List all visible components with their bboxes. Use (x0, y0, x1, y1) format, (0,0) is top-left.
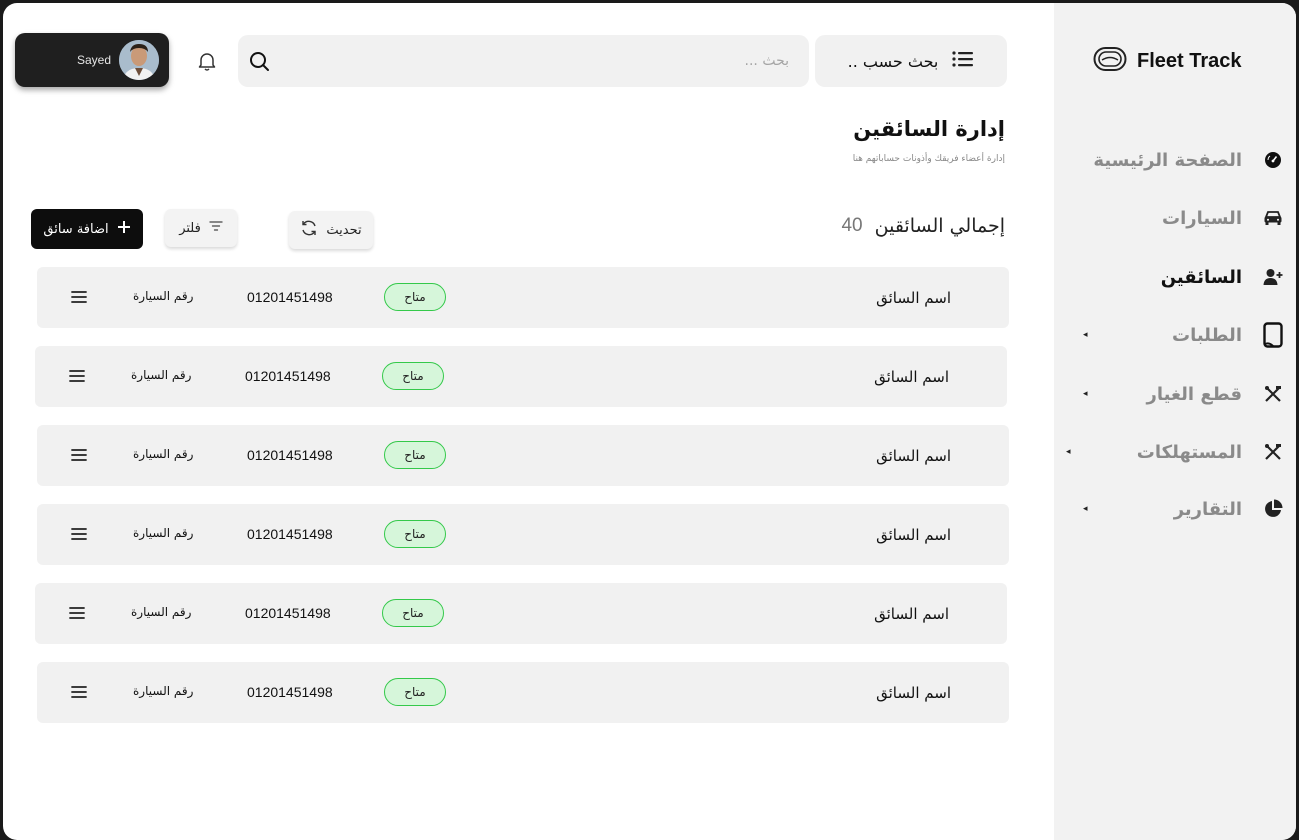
avatar (119, 40, 159, 80)
status-badge: متاح (382, 599, 444, 627)
app-window: Fleet Track الصفحة الرئيسية السيارات الس… (3, 3, 1296, 840)
table-row[interactable]: اسم السائق متاح 01201451498 رقم السيارة (37, 662, 1009, 723)
pie-chart-icon (1262, 498, 1284, 520)
sidebar-item-spare-parts[interactable]: ◂ قطع الغيار (1083, 377, 1284, 411)
driver-name: اسم السائق (876, 526, 951, 544)
sidebar-item-label: السيارات (1162, 207, 1242, 229)
sidebar: Fleet Track الصفحة الرئيسية السيارات الس… (1054, 3, 1296, 840)
row-menu-icon[interactable] (69, 287, 89, 307)
caret-right-icon[interactable]: ◂ (1083, 330, 1088, 340)
sidebar-item-label: قطع الغيار (1146, 383, 1242, 405)
sidebar-item-home[interactable]: الصفحة الرئيسية (1084, 143, 1284, 177)
driver-name: اسم السائق (874, 605, 949, 623)
car-number: رقم السيارة (133, 447, 194, 461)
status-badge: متاح (384, 520, 446, 548)
search-by-dropdown[interactable]: بحث حسب .. (815, 35, 1007, 87)
total-label: إجمالي السائقين (874, 215, 1005, 237)
list-icon (952, 51, 974, 71)
status-badge: متاح (382, 362, 444, 390)
plus-icon (117, 220, 131, 238)
row-menu-icon[interactable] (67, 366, 87, 386)
row-menu-icon[interactable] (67, 603, 87, 623)
table-row[interactable]: اسم السائق متاح 01201451498 رقم السيارة (37, 504, 1009, 565)
driver-phone: 01201451498 (247, 289, 333, 305)
sidebar-item-consumables[interactable]: ◂ المستهلكات (1066, 435, 1284, 469)
user-add-icon (1262, 266, 1284, 288)
add-driver-label: اضافة سائق (43, 221, 109, 237)
page-subtitle: إدارة أعضاء فريقك وأذونات حساباتهم هنا (852, 154, 1005, 164)
driver-phone: 01201451498 (247, 526, 333, 542)
table-row[interactable]: اسم السائق متاح 01201451498 رقم السيارة (35, 583, 1007, 644)
document-icon (1262, 322, 1284, 348)
speedometer-icon (1262, 149, 1284, 171)
status-badge: متاح (384, 441, 446, 469)
page-title: إدارة السائقين (853, 117, 1005, 141)
sidebar-item-orders[interactable]: ◂ الطلبات (1083, 318, 1284, 352)
sidebar-item-reports[interactable]: ◂ التقارير (1083, 492, 1284, 526)
caret-right-icon[interactable]: ◂ (1083, 504, 1088, 514)
car-number: رقم السيارة (133, 526, 194, 540)
refresh-label: تحديث (326, 222, 362, 238)
app-logo[interactable]: Fleet Track (1093, 47, 1242, 75)
search-input[interactable] (289, 47, 789, 75)
driver-name: اسم السائق (876, 289, 951, 307)
car-number: رقم السيارة (131, 368, 192, 382)
car-number: رقم السيارة (133, 289, 194, 303)
sidebar-item-label: المستهلكات (1136, 441, 1242, 463)
status-badge: متاح (384, 678, 446, 706)
sidebar-item-label: السائقين (1160, 266, 1242, 288)
car-number: رقم السيارة (131, 605, 192, 619)
caret-right-icon[interactable]: ◂ (1066, 447, 1071, 457)
search-box (238, 35, 809, 87)
driver-phone: 01201451498 (247, 447, 333, 463)
refresh-icon (300, 219, 318, 241)
filter-label: فلتر (179, 220, 201, 236)
driver-name: اسم السائق (876, 684, 951, 702)
app-name: Fleet Track (1137, 49, 1242, 72)
user-name: Sayed (76, 53, 111, 67)
car-number: رقم السيارة (133, 684, 194, 698)
driver-name: اسم السائق (876, 447, 951, 465)
user-profile-chip[interactable]: Sayed (15, 33, 169, 87)
sidebar-item-cars[interactable]: السيارات (1084, 201, 1284, 235)
add-driver-button[interactable]: اضافة سائق (31, 209, 143, 249)
sidebar-item-label: الطلبات (1171, 324, 1242, 346)
table-row[interactable]: اسم السائق متاح 01201451498 رقم السيارة (35, 346, 1007, 407)
row-menu-icon[interactable] (69, 524, 89, 544)
refresh-button[interactable]: تحديث (289, 211, 373, 249)
sidebar-item-label: الصفحة الرئيسية (1093, 149, 1242, 171)
notification-bell-icon[interactable] (195, 49, 219, 73)
driver-phone: 01201451498 (247, 684, 333, 700)
filter-icon (209, 220, 223, 236)
total-count: 40 (841, 215, 863, 236)
row-menu-icon[interactable] (69, 445, 89, 465)
driver-name: اسم السائق (874, 368, 949, 386)
status-badge: متاح (384, 283, 446, 311)
table-row[interactable]: اسم السائق متاح 01201451498 رقم السيارة (37, 267, 1009, 328)
sidebar-item-drivers[interactable]: السائقين (1084, 260, 1284, 294)
sidebar-item-label: التقارير (1173, 498, 1242, 520)
car-icon (1262, 207, 1284, 229)
caret-right-icon[interactable]: ◂ (1083, 389, 1088, 399)
search-by-label: بحث حسب .. (847, 51, 939, 71)
drivers-total: إجمالي السائقين 40 (841, 215, 1005, 237)
driver-phone: 01201451498 (245, 605, 331, 621)
row-menu-icon[interactable] (69, 682, 89, 702)
search-icon[interactable] (248, 50, 270, 72)
table-row[interactable]: اسم السائق متاح 01201451498 رقم السيارة (37, 425, 1009, 486)
tools-icon (1262, 441, 1284, 463)
filter-button[interactable]: فلتر (165, 209, 237, 247)
tools-icon (1262, 383, 1284, 405)
driver-phone: 01201451498 (245, 368, 331, 384)
logo-icon (1093, 46, 1127, 76)
